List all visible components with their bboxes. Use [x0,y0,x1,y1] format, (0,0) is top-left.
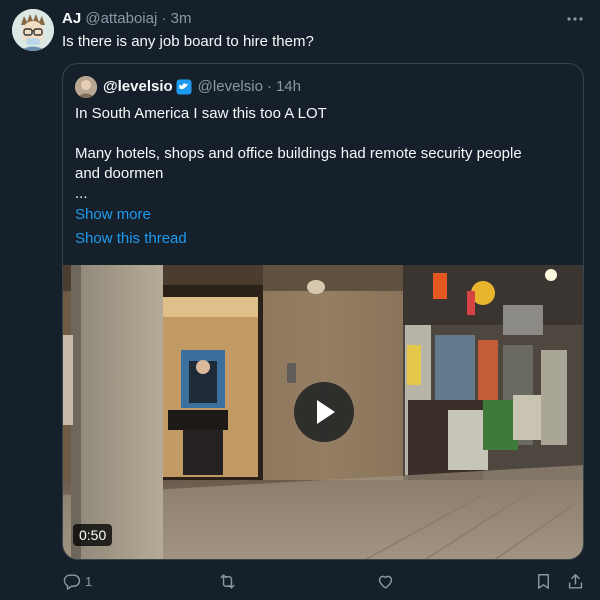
profile-photo-icon [75,76,97,98]
share-icon [568,573,583,589]
show-more-link[interactable]: Show more [75,205,151,225]
separator: · [266,78,272,95]
reply-count: 1 [85,573,93,589]
quoted-time[interactable]: 14h [276,77,301,97]
more-horizontal-icon [567,17,583,21]
action-bar: 1 [62,570,588,592]
verified-badge-icon [176,79,192,95]
retweet-icon [220,573,235,589]
quoted-header: @levelsio @levelsio · 14h [103,77,301,97]
truncation-ellipsis: ... [75,185,88,202]
separator: · [161,10,167,27]
reply-button[interactable]: 1 [62,570,92,592]
quoted-text-line: and doormen [75,165,164,182]
heart-icon [378,575,393,589]
quoted-author-handle[interactable]: @levelsio [198,77,263,97]
retweet-button[interactable] [218,570,237,592]
quoted-text-line: Many hotels, shops and office buildings … [75,145,522,162]
like-button[interactable] [376,570,395,592]
share-button[interactable] [566,570,585,592]
avatar[interactable] [12,9,54,51]
tweet-header: AJ @attaboiaj · 3m [62,9,192,29]
bookmark-icon [538,573,549,589]
reply-icon [63,573,81,590]
video-duration: 0:50 [73,524,113,546]
play-icon [317,400,335,424]
tweet-text: Is there is any job board to hire them? [62,33,314,50]
quoted-text-line: In South America I saw this too A LOT [75,105,327,122]
show-thread-link[interactable]: Show this thread [75,229,187,249]
quoted-tweet[interactable]: @levelsio @levelsio · 14h In South Ameri… [62,63,584,560]
cartoon-avatar-icon [12,9,54,51]
quoted-text: In South America I saw this too A LOT Ma… [75,104,573,202]
quoted-avatar[interactable] [75,76,97,98]
play-button[interactable] [294,382,354,442]
video-player[interactable]: 0:50 [63,265,583,559]
tweet[interactable]: AJ @attaboiaj · 3m Is there is any job b… [0,0,600,600]
bookmark-button[interactable] [534,570,553,592]
author-name[interactable]: AJ [62,10,81,27]
tweet-time[interactable]: 3m [171,10,192,27]
quoted-author-name[interactable]: @levelsio [103,77,173,97]
author-handle[interactable]: @attaboiaj [85,10,157,27]
more-options-button[interactable] [562,9,588,29]
